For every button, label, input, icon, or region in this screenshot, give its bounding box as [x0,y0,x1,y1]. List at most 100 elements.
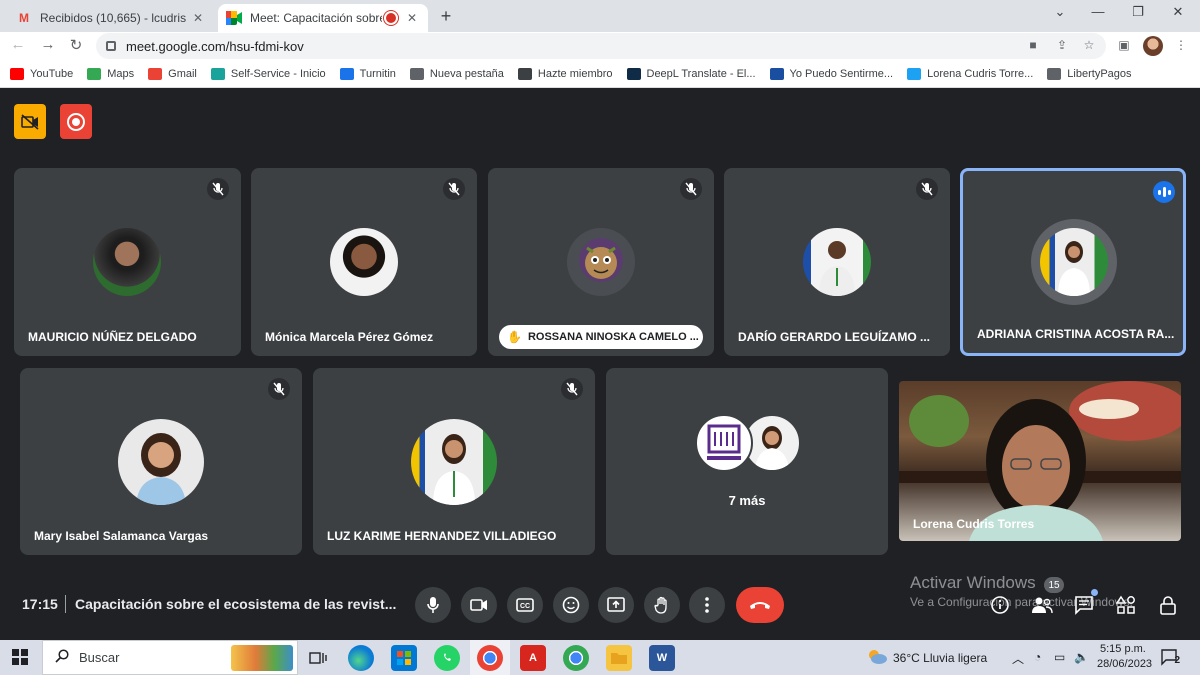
notification-center-icon[interactable]: 2 [1160,648,1180,666]
network-icon[interactable]: ◔ [1034,650,1041,664]
mic-button[interactable] [415,587,451,623]
weather-text[interactable]: 36°C Lluvia ligera [893,651,987,665]
participant-tile[interactable]: MAURICIO NÚÑEZ DELGADO [14,168,241,356]
captions-icon: CC [516,598,534,612]
participant-tile[interactable]: ✋ ROSSANA NINOSKA CAMELO ... [488,168,714,356]
svg-text:CC: CC [520,603,530,610]
reload-icon[interactable]: ↻ [66,36,86,54]
notification-count: 2 [1174,655,1180,666]
bookmark-label: Nueva pestaña [429,67,504,80]
forward-icon[interactable]: → [38,36,58,53]
gmail-icon [148,67,163,80]
lock-icon [106,41,116,51]
store-icon[interactable] [391,645,417,671]
bookmark-item[interactable]: Gmail [148,67,197,80]
bookmark-item[interactable]: Turnitin [339,67,396,80]
share-icon[interactable]: ⇪ [1053,38,1071,52]
bookmark-item[interactable]: LibertyPagos [1047,67,1132,80]
window-close-icon[interactable]: ✕ [1168,4,1188,20]
menu-icon[interactable]: ⋮ [1172,38,1190,52]
tab-title: Recibidos (10,665) - lcudris@area [40,11,186,25]
more-options-button[interactable] [689,587,725,623]
tray-chevron-icon[interactable]: ︿ [1012,650,1024,667]
new-tab-button[interactable]: + [436,6,456,27]
bookmark-item[interactable]: Nueva pestaña [409,67,504,80]
address-bar[interactable]: meet.google.com/hsu-fdmi-kov [96,33,1106,59]
acrobat-icon[interactable]: A [520,645,546,671]
clock-time[interactable]: 5:15 p.m. [1100,643,1146,655]
taskbar-search[interactable]: Buscar [42,640,298,675]
deepl-icon [626,67,641,80]
tab-meet[interactable]: Meet: Capacitación sobre el ✕ [218,4,428,32]
participant-tile[interactable]: Mary Isabel Salamanca Vargas [20,368,302,555]
muted-mic-icon [561,378,583,400]
task-view-icon[interactable] [305,645,331,671]
battery-icon[interactable]: ▭ [1054,650,1065,664]
participant-tile-active-speaker[interactable]: ADRIANA CRISTINA ACOSTA RA... [960,168,1186,356]
muted-mic-icon [680,178,702,200]
file-explorer-icon[interactable] [606,645,632,671]
bookmark-item[interactable]: DeepL Translate - El... [626,67,756,80]
whatsapp-icon[interactable] [434,645,460,671]
participant-tile[interactable]: Mónica Marcela Pérez Gómez [251,168,477,356]
self-view-tile[interactable]: Lorena Cudris Torres [899,381,1181,541]
liberty-icon [1047,67,1062,80]
bookmark-item[interactable]: Maps [87,67,134,80]
avatar [93,228,161,296]
divider [65,595,66,613]
edge-icon[interactable] [348,645,374,671]
selfservice-icon [210,67,225,80]
raise-hand-button[interactable] [644,587,680,623]
close-icon[interactable]: ✕ [404,11,420,25]
bookmark-label: Self-Service - Inicio [230,67,326,80]
lock-icon[interactable] [1156,593,1180,617]
recording-icon [386,13,396,23]
meet-stage: MAURICIO NÚÑEZ DELGADO Mónica Marcela Pé… [0,89,1200,640]
side-panel-icon[interactable]: ▣ [1115,38,1133,52]
profile-avatar[interactable] [1143,36,1163,56]
minimize-icon[interactable]: — [1088,4,1108,19]
muted-mic-icon [268,378,290,400]
present-icon [607,597,625,612]
bookmark-item[interactable]: YouTube [10,67,73,80]
tab-search-icon[interactable]: ⌄ [1050,4,1070,20]
meeting-title: Capacitación sobre el ecosistema de las … [75,596,397,612]
star-icon[interactable]: ☆ [1080,38,1098,52]
tab-gmail[interactable]: M Recibidos (10,665) - lcudris@area ✕ [8,4,214,32]
chrome-icon[interactable] [563,645,589,671]
chrome-profile-icon[interactable] [477,645,503,671]
captions-button[interactable]: CC [507,587,543,623]
windows-start-icon[interactable] [12,649,28,670]
bookmark-label: Turnitin [359,67,396,80]
avatar [118,419,204,505]
muted-mic-icon [916,178,938,200]
camera-button[interactable] [461,587,497,623]
windows-activation-subtitle: Ve a Configuración para activar Windows. [910,595,1133,609]
back-icon[interactable]: ← [8,36,28,53]
close-icon[interactable]: ✕ [190,11,206,25]
clock-date[interactable]: 28/06/2023 [1097,658,1152,670]
camera-in-use-icon[interactable]: ■ [1024,38,1042,52]
end-call-button[interactable] [736,587,784,623]
bookmark-item[interactable]: Lorena Cudris Torre... [907,67,1033,80]
reactions-button[interactable] [553,587,589,623]
bookmarks-bar: YouTube Maps Gmail Self-Service - Inicio Tur… [0,60,1200,88]
more-participants-tile[interactable]: 7 más [606,368,888,555]
bookmark-item[interactable]: Hazte miembro [517,67,613,80]
volume-icon[interactable]: 🔈 [1074,650,1089,664]
more-count-label: 7 más [728,493,766,508]
participant-tile[interactable]: DARÍO GERARDO LEGUÍZAMO ... [724,168,950,356]
present-button[interactable] [598,587,634,623]
weather-icon[interactable] [866,647,888,672]
end-call-icon [750,602,770,609]
bookmark-item[interactable]: Yo Puedo Sentirme... [769,67,893,80]
participant-tile[interactable]: LUZ KARIME HERNANDEZ VILLADIEGO [313,368,595,555]
bookmark-item[interactable]: Self-Service - Inicio [210,67,326,80]
participant-name: MAURICIO NÚÑEZ DELGADO [28,330,197,344]
no-video-indicator-icon[interactable] [14,104,46,139]
recording-badge-icon[interactable] [60,104,92,139]
word-icon[interactable]: W [649,645,675,671]
bookmark-label: DeepL Translate - El... [646,67,756,80]
search-icon [55,649,69,666]
maximize-icon[interactable]: ❐ [1128,4,1148,20]
